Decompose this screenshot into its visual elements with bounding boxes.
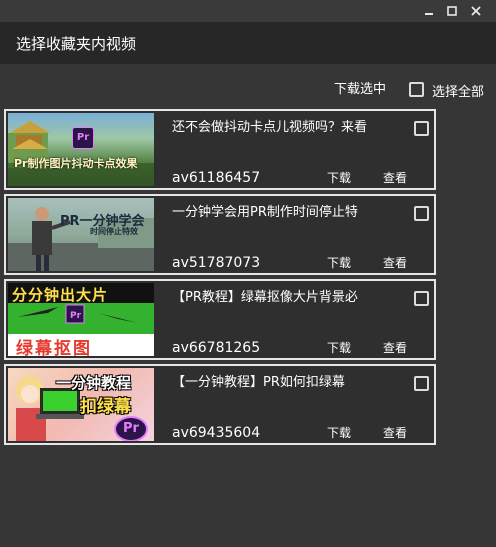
- video-id: av51787073: [172, 255, 261, 271]
- thumbnail-subcaption: 时间停止特效: [90, 227, 138, 236]
- video-id: av69435604: [172, 425, 261, 441]
- video-select-checkbox[interactable]: [414, 376, 429, 391]
- thumbnail-subcaption: 绿幕抠图: [16, 339, 92, 356]
- download-button[interactable]: 下载: [327, 254, 351, 271]
- video-card: 分分钟出大片 Pr 绿幕抠图 【PR教程】绿幕抠像大片背景必 av6678126…: [4, 279, 436, 360]
- video-thumbnail[interactable]: 分分钟出大片 Pr 绿幕抠图: [8, 283, 154, 356]
- view-button[interactable]: 查看: [383, 424, 407, 441]
- close-icon: [471, 6, 481, 16]
- thumbnail-subcaption: 扣绿幕: [80, 397, 131, 417]
- download-button[interactable]: 下载: [327, 424, 351, 441]
- close-button[interactable]: [465, 0, 487, 22]
- video-title: 【PR教程】绿幕抠像大片背景必: [172, 290, 358, 305]
- download-button[interactable]: 下载: [327, 169, 351, 186]
- video-thumbnail[interactable]: PR一分钟学会 时间停止特效: [8, 198, 154, 271]
- window-titlebar: [0, 0, 496, 22]
- temple-illustration: [8, 121, 154, 186]
- video-card: Pr Pr制作图片抖动卡点效果 还不会做抖动卡点儿视频吗？来看 av611864…: [4, 109, 436, 190]
- maximize-button[interactable]: [441, 0, 463, 22]
- video-title: 一分钟学会用PR制作时间停止特: [172, 205, 358, 220]
- maximize-icon: [447, 6, 457, 16]
- view-button[interactable]: 查看: [383, 169, 407, 186]
- thumbnail-caption: 一分钟教程: [56, 374, 132, 392]
- minimize-icon: [425, 13, 433, 15]
- download-button[interactable]: 下载: [327, 339, 351, 356]
- thumbnail-caption: Pr制作图片抖动卡点效果: [14, 157, 138, 170]
- select-all-checkbox[interactable]: [409, 82, 424, 97]
- download-selected-button[interactable]: 下载选中: [334, 78, 386, 97]
- view-button[interactable]: 查看: [383, 254, 407, 271]
- video-thumbnail[interactable]: 一分钟教程 扣绿幕 Pr: [8, 368, 154, 441]
- video-select-checkbox[interactable]: [414, 121, 429, 136]
- dialog-header: 选择收藏夹内视频: [0, 22, 496, 64]
- video-thumbnail[interactable]: Pr Pr制作图片抖动卡点效果: [8, 113, 154, 186]
- pr-logo-icon: Pr: [72, 127, 94, 149]
- view-button[interactable]: 查看: [383, 339, 407, 356]
- minimize-button[interactable]: [418, 0, 440, 22]
- video-select-checkbox[interactable]: [414, 206, 429, 221]
- video-title: 还不会做抖动卡点儿视频吗？来看: [172, 120, 368, 135]
- pr-logo-icon: Pr: [114, 416, 148, 441]
- video-select-checkbox[interactable]: [414, 291, 429, 306]
- video-title: 【一分钟教程】PR如何扣绿幕: [172, 375, 345, 390]
- video-id: av61186457: [172, 170, 261, 186]
- select-all-label[interactable]: 选择全部: [432, 81, 484, 100]
- svg-text:Pr: Pr: [70, 311, 82, 321]
- video-card: 一分钟教程 扣绿幕 Pr 【一分钟教程】PR如何扣绿幕 av69435604 下…: [4, 364, 436, 445]
- video-id: av66781265: [172, 340, 261, 356]
- dialog-title: 选择收藏夹内视频: [16, 35, 137, 53]
- video-card: PR一分钟学会 时间停止特效 一分钟学会用PR制作时间停止特 av5178707…: [4, 194, 436, 275]
